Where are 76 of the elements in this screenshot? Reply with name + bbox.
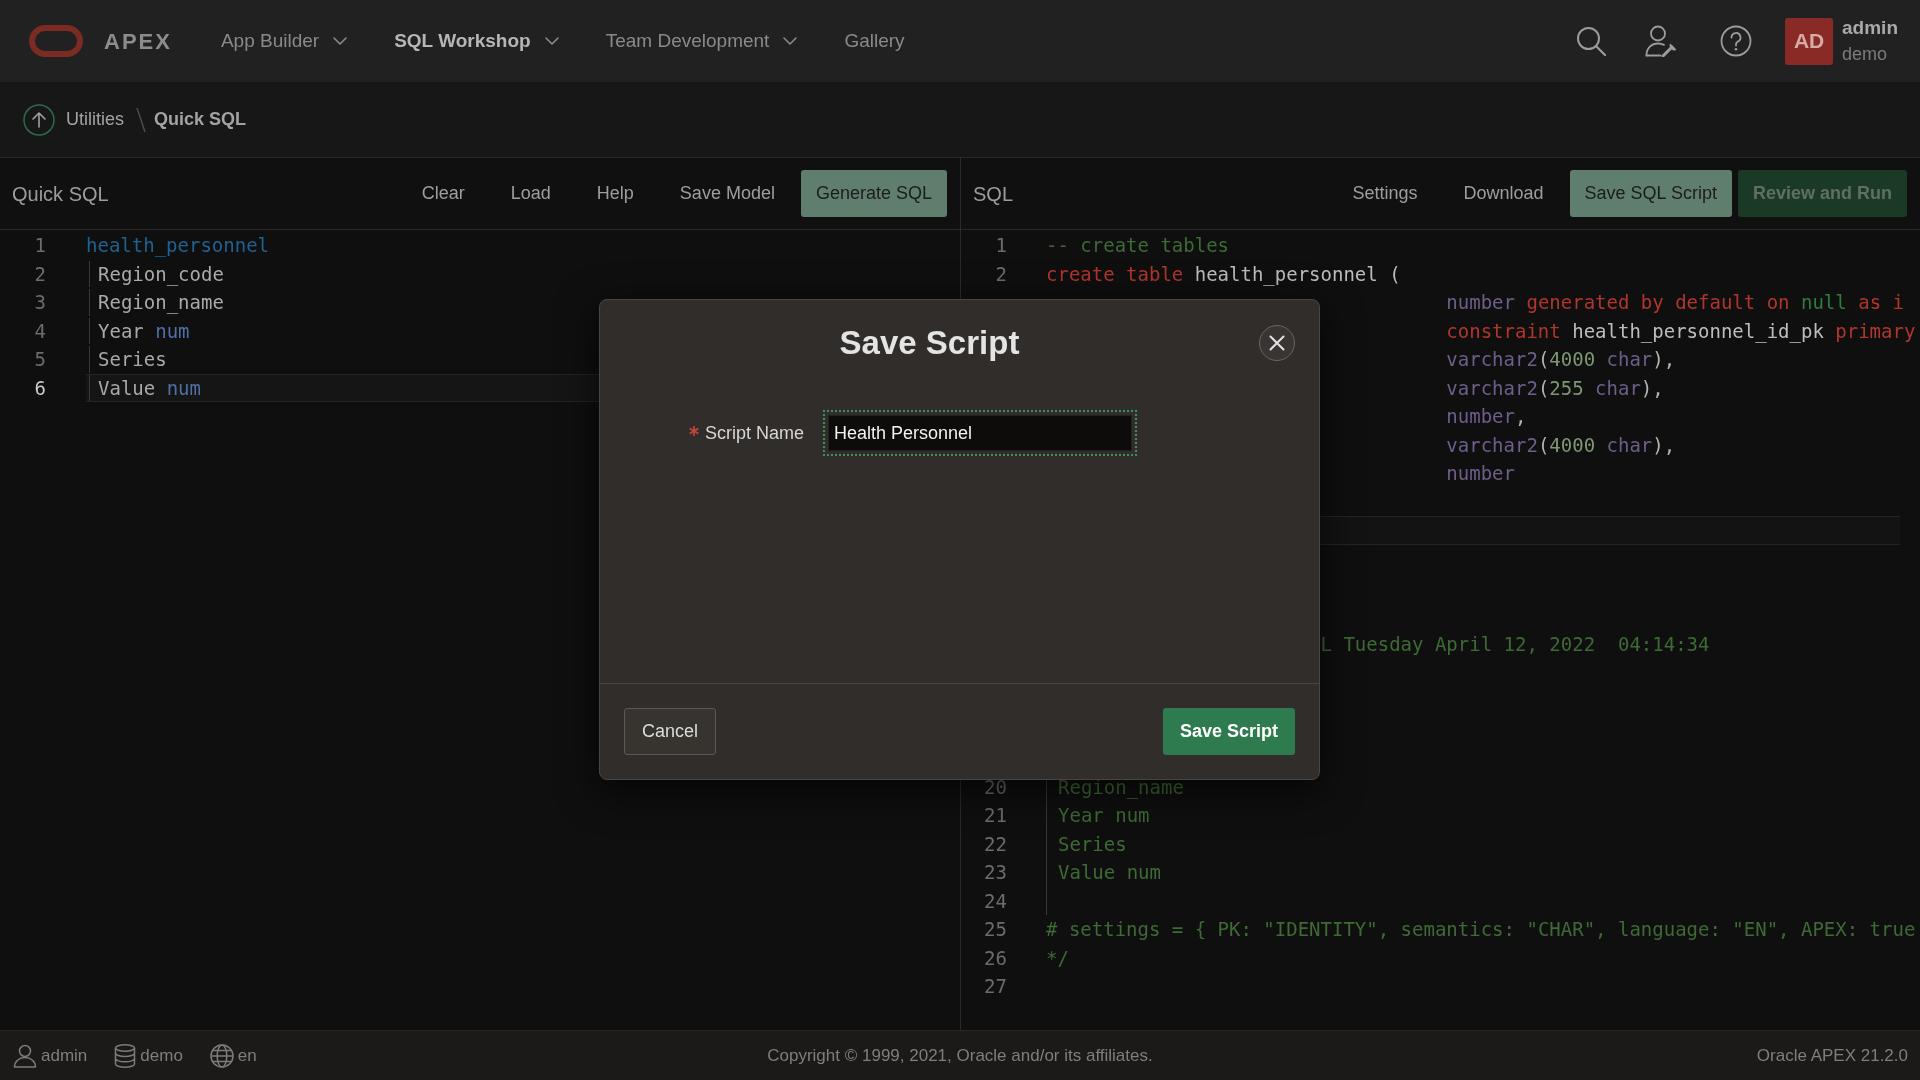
nav-menu[interactable]: App Builder	[220, 26, 348, 56]
breadcrumb-current: Quick SQL	[154, 108, 247, 131]
line-number: 21	[983, 803, 1007, 828]
primary-button[interactable]: Save Script	[1162, 708, 1295, 755]
version-text: Oracle APEX 21.2.0	[1756, 1045, 1908, 1065]
line-number: 1	[33, 233, 46, 258]
code-line: L Tuesday April 12, 2022 04:14:34	[1320, 632, 1710, 657]
code-line: Region_name	[1058, 774, 1184, 801]
code-line: Value num	[98, 375, 201, 401]
text-field[interactable]: Health Personnel	[823, 410, 1137, 456]
line-number: 6	[33, 375, 46, 401]
user-name: admin	[41, 1044, 88, 1067]
product-name: APEX	[104, 27, 172, 56]
line-number: 2	[33, 261, 46, 287]
code-line: */	[1046, 945, 1069, 971]
help-icon[interactable]	[1720, 25, 1753, 57]
code-line: varchar2(4000 char),	[1446, 432, 1676, 458]
line-number: 1	[994, 233, 1007, 258]
code-line: Series	[1058, 831, 1127, 857]
line-number: 2	[994, 261, 1007, 287]
copyright-text: Copyright © 1999, 2021, Oracle and/or its affiliates.	[767, 1044, 1153, 1067]
code-line: Year num	[1058, 803, 1150, 828]
user-name: admin	[1842, 16, 1898, 40]
toolbar-action[interactable]: Help	[576, 170, 654, 217]
code-line: varchar2(4000 char),	[1446, 347, 1676, 372]
toolbar-action[interactable]: Load	[490, 170, 571, 217]
toolbar-action[interactable]: Clear	[401, 170, 485, 217]
toolbar-action[interactable]: Settings	[1332, 170, 1438, 217]
globe-icon	[209, 1043, 234, 1068]
code-line: Region_name	[98, 290, 224, 316]
code-line: varchar2(255 char),	[1446, 375, 1664, 401]
workspace-name: demo	[1842, 43, 1889, 66]
separator-icon	[135, 106, 147, 133]
code-line: Value num	[1058, 860, 1161, 885]
line-number: 4	[33, 318, 46, 344]
workspace-name: demo	[140, 1044, 183, 1067]
user-icon	[13, 1043, 37, 1068]
line-number: 26	[983, 945, 1007, 971]
line-number: 5	[33, 347, 46, 372]
language-code: en	[237, 1044, 257, 1067]
code-line: create table health_personnel (	[1046, 261, 1401, 288]
breadcrumb-link[interactable]: Utilities	[66, 106, 124, 133]
code-line: Year num	[98, 318, 190, 344]
code-line: number generated by default on null as i	[1446, 290, 1904, 315]
code-line: Series	[98, 347, 167, 372]
nav-menu[interactable]: SQL Workshop	[394, 26, 559, 56]
close-icon	[1269, 335, 1285, 351]
line-number: 24	[983, 888, 1007, 914]
code-line: -- create tables	[1046, 233, 1230, 258]
line-number: 27	[983, 974, 1007, 999]
panel-title: SQL	[973, 181, 1014, 207]
line-number: 20	[983, 774, 1007, 800]
toolbar-action[interactable]: Download	[1443, 170, 1564, 217]
nav-menu[interactable]: Gallery	[844, 26, 905, 56]
close-button[interactable]	[1259, 325, 1295, 361]
dialog-title: Save Script	[838, 323, 1021, 364]
code-line: number	[1446, 461, 1515, 486]
toolbar-action[interactable]: Save Model	[659, 170, 795, 217]
secondary-button[interactable]: Cancel	[624, 708, 717, 755]
database-icon	[114, 1043, 137, 1068]
code-line: number,	[1446, 404, 1527, 429]
code-line: # settings = { PK: "IDENTITY", semantics: "CHAR", language: "EN", APEX: true	[1046, 917, 1916, 942]
code-line: Region_code	[98, 261, 224, 288]
panel-title: Quick SQL	[12, 181, 109, 207]
nav-menu[interactable]: Team Development	[605, 26, 798, 56]
toolbar-button[interactable]: Save SQL Script	[1569, 170, 1732, 217]
code-line: health_personnel	[86, 233, 270, 259]
line-number: 25	[983, 917, 1007, 942]
code-line: constraint health_personnel_id_pk primary	[1446, 318, 1916, 345]
line-number: 22	[983, 831, 1007, 857]
user-avatar[interactable]: AD	[1785, 17, 1834, 65]
field-label: Script Name	[705, 421, 805, 445]
line-number: 3	[33, 290, 46, 315]
toolbar-button[interactable]: Generate SQL	[800, 170, 947, 217]
line-number: 23	[983, 860, 1007, 885]
search-icon[interactable]	[1576, 26, 1607, 56]
